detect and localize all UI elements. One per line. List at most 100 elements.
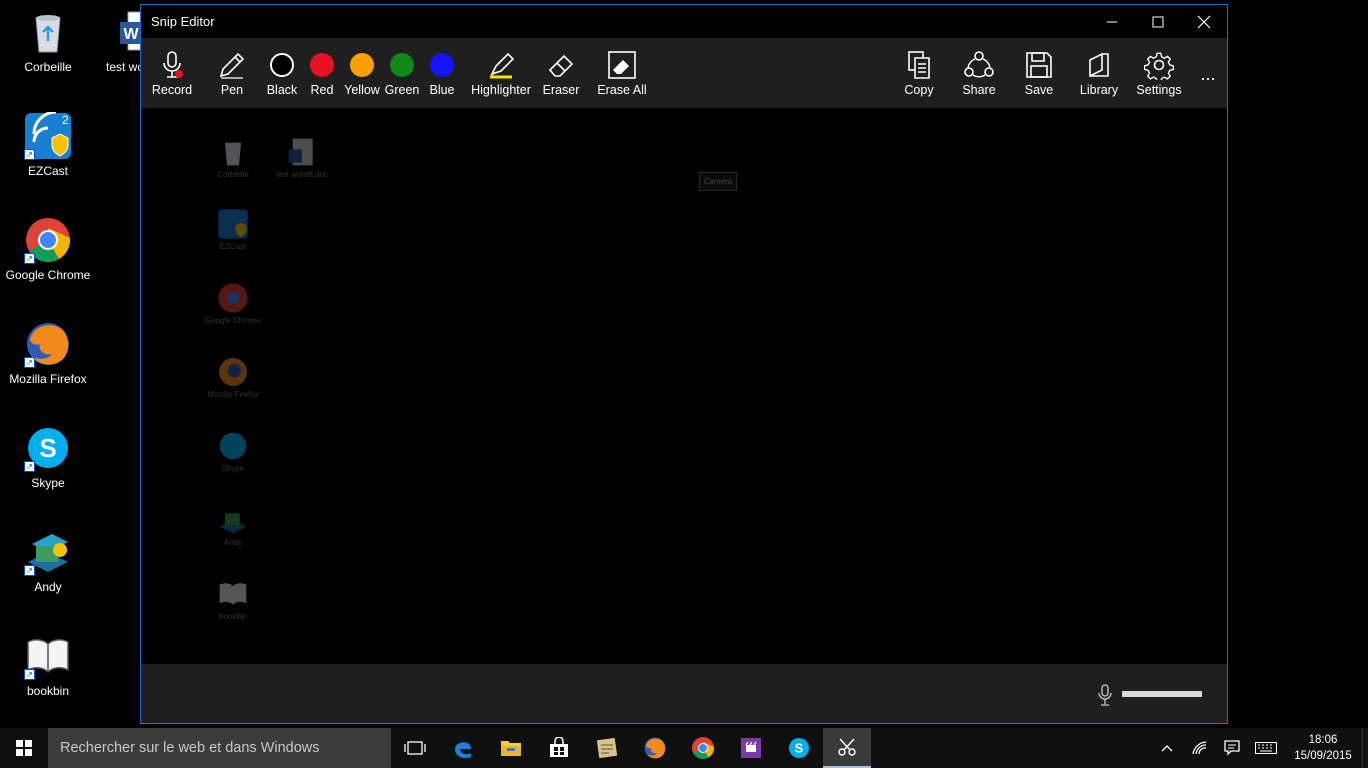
tool-label: Erase All <box>597 83 647 97</box>
pen-button[interactable]: Pen <box>202 38 262 108</box>
snip-ghost-icon: Andy <box>193 504 273 547</box>
word-document-icon <box>286 136 318 168</box>
ezcast-icon: 2 ↗ <box>24 110 72 160</box>
taskbar-file-explorer[interactable] <box>487 728 535 768</box>
copy-button[interactable]: Copy <box>889 38 949 108</box>
svg-text:2: 2 <box>62 113 69 127</box>
snip-ghost-icon: test word8.doc <box>262 136 342 179</box>
task-view-icon <box>404 741 426 755</box>
skype-icon: S ↗ <box>24 424 72 472</box>
color-blue-button[interactable]: Blue <box>422 38 462 108</box>
task-view-button[interactable] <box>391 728 439 768</box>
desktop-icon-label: Andy <box>34 580 62 594</box>
snip-editor-window: Snip Editor Record Pen Black Red Yellow … <box>140 4 1228 724</box>
taskbar-edge[interactable] <box>439 728 487 768</box>
show-hidden-icons-button[interactable] <box>1150 728 1184 768</box>
tool-label: Library <box>1079 83 1119 97</box>
tool-label: Black <box>266 83 298 97</box>
clock[interactable]: 18:06 15/09/2015 <box>1284 732 1362 764</box>
audio-level-bar <box>1122 691 1202 697</box>
desktop-icon-label: bookbin <box>26 684 70 698</box>
desktop-icon-google-chrome[interactable]: ↗ Google Chrome <box>0 216 96 282</box>
clock-date: 15/09/2015 <box>1294 750 1352 762</box>
chrome-icon <box>692 737 715 759</box>
color-black-button[interactable]: Black <box>262 38 302 108</box>
skype-icon <box>217 430 249 462</box>
start-button[interactable] <box>0 728 48 768</box>
desktop-icon-andy[interactable]: ↗ Andy <box>0 528 96 594</box>
color-green-icon <box>387 50 417 80</box>
taskbar-video-app[interactable] <box>727 728 775 768</box>
keyboard-button[interactable] <box>1248 728 1284 768</box>
minimize-icon <box>1107 21 1117 22</box>
taskbar-app[interactable] <box>583 728 631 768</box>
taskbar-chrome[interactable] <box>679 728 727 768</box>
andy-icon <box>217 504 249 536</box>
skype-icon: S <box>789 738 809 758</box>
maximize-button[interactable] <box>1135 5 1181 38</box>
snip-ghost-icon: Corbeille <box>193 136 273 179</box>
desktop-icon-mozilla-firefox[interactable]: ↗ Mozilla Firefox <box>0 320 96 386</box>
microphone-icon[interactable] <box>1095 684 1115 706</box>
desktop-icon-bookbin[interactable]: ↗ bookbin <box>0 632 96 698</box>
close-icon <box>1197 15 1211 28</box>
desktop-icon-test-word[interactable]: W test wo <box>82 8 140 74</box>
map-app-icon <box>596 737 618 759</box>
audio-bar <box>141 664 1227 723</box>
share-button[interactable]: Share <box>949 38 1009 108</box>
tool-label: Save <box>1024 83 1054 97</box>
desktop-icon-label: test wo <box>106 60 140 74</box>
settings-button[interactable]: Settings <box>1129 38 1189 108</box>
bookbin-icon <box>217 578 249 610</box>
wifi-icon <box>1192 741 1207 755</box>
more-options-button[interactable]: ... <box>1189 38 1227 108</box>
notification-icon <box>1224 740 1240 756</box>
desktop-icon-ezcast[interactable]: 2 ↗ EZCast <box>0 110 96 178</box>
firefox-icon: ↗ <box>24 320 72 368</box>
settings-icon <box>1144 50 1174 80</box>
taskbar-store[interactable] <box>535 728 583 768</box>
chrome-icon: ↗ <box>24 216 72 264</box>
store-icon <box>550 737 568 757</box>
network-button[interactable] <box>1184 728 1216 768</box>
taskbar-snip-active[interactable] <box>823 728 871 768</box>
minimize-button[interactable] <box>1089 5 1135 38</box>
svg-text:S: S <box>795 741 804 756</box>
color-yellow-button[interactable]: Yellow <box>342 38 382 108</box>
microphone-icon <box>157 50 187 80</box>
record-button[interactable]: Record <box>142 38 202 108</box>
toolbar: Record Pen Black Red Yellow Green Blue H… <box>141 38 1227 108</box>
svg-text:W: W <box>123 26 139 43</box>
library-icon <box>1084 50 1114 80</box>
snip-ghost-icon: Mozilla Firefox <box>193 356 273 399</box>
tool-label: Settings <box>1136 83 1182 97</box>
highlighter-button[interactable]: Highlighter <box>470 38 532 108</box>
library-button[interactable]: Library <box>1069 38 1129 108</box>
scissors-icon <box>838 738 856 756</box>
snip-ghost-icon: Skype <box>193 430 273 473</box>
tool-label: Pen <box>220 83 244 97</box>
video-app-icon <box>741 738 761 758</box>
close-button[interactable] <box>1181 5 1227 38</box>
snip-canvas[interactable]: Corbeille test word8.doc EZCast Google C… <box>141 108 1227 664</box>
window-title: Snip Editor <box>151 14 215 29</box>
color-green-button[interactable]: Green <box>382 38 422 108</box>
recycle-bin-icon <box>217 136 249 168</box>
show-desktop-button[interactable] <box>1362 728 1368 768</box>
save-button[interactable]: Save <box>1009 38 1069 108</box>
taskbar: Rechercher sur le web et dans Windows S <box>0 728 1368 768</box>
eraser-button[interactable]: Eraser <box>532 38 590 108</box>
chrome-icon <box>217 282 249 314</box>
taskbar-skype[interactable]: S <box>775 728 823 768</box>
tool-label: Highlighter <box>471 83 531 97</box>
erase-all-button[interactable]: Erase All <box>590 38 654 108</box>
search-box[interactable]: Rechercher sur le web et dans Windows <box>48 728 391 768</box>
color-red-icon <box>307 50 337 80</box>
taskbar-firefox[interactable] <box>631 728 679 768</box>
copy-icon <box>904 50 934 80</box>
action-center-button[interactable] <box>1216 728 1248 768</box>
title-bar[interactable]: Snip Editor <box>141 5 1227 38</box>
desktop-icon-skype[interactable]: S ↗ Skype <box>0 424 96 490</box>
color-red-button[interactable]: Red <box>302 38 342 108</box>
desktop-icon-label: Mozilla Firefox <box>9 372 87 386</box>
